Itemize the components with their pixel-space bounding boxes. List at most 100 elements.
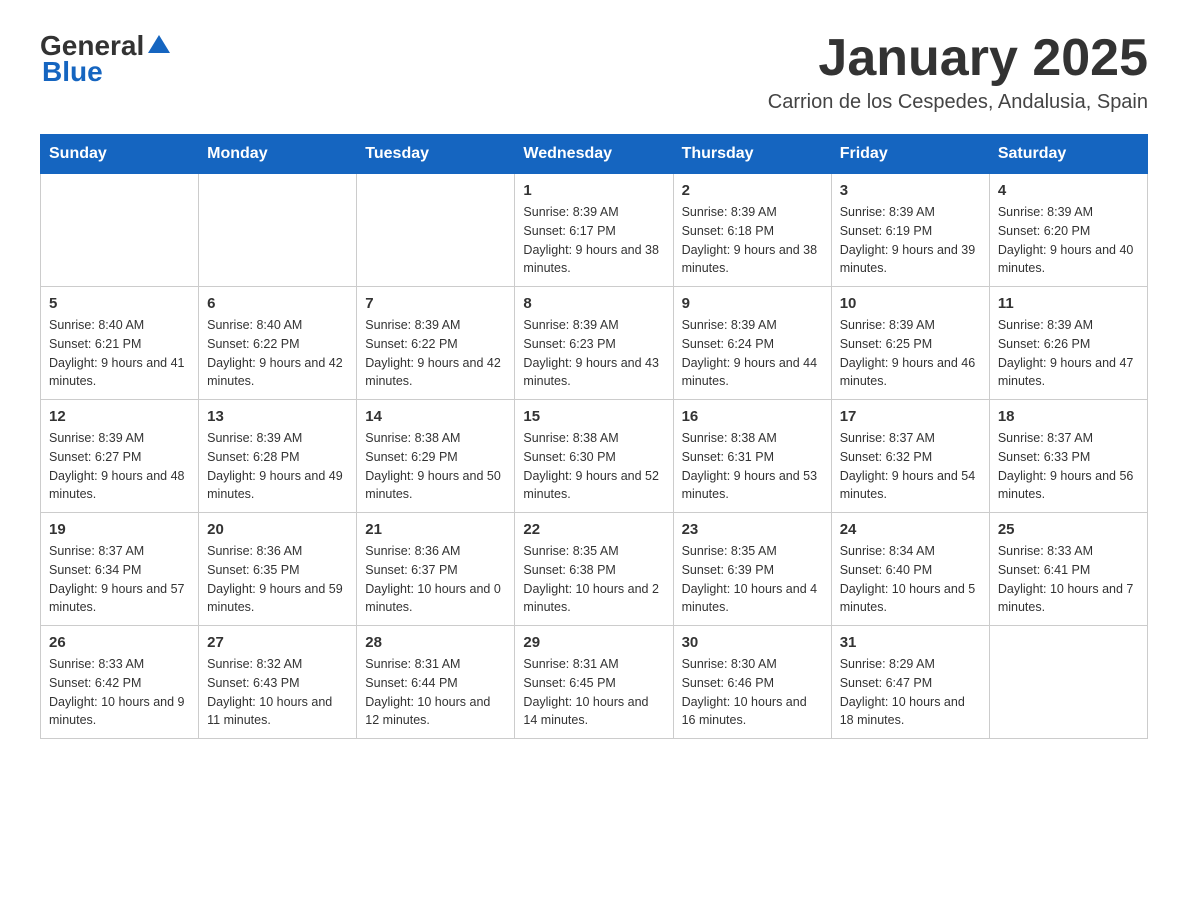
calendar-day-cell: 9 Sunrise: 8:39 AMSunset: 6:24 PMDaylight… xyxy=(673,287,831,400)
calendar-day-cell: 13 Sunrise: 8:39 AMSunset: 6:28 PMDayligh… xyxy=(199,400,357,513)
calendar-day-cell: 15 Sunrise: 8:38 AMSunset: 6:30 PMDayligh… xyxy=(515,400,673,513)
calendar-day-cell: 23 Sunrise: 8:35 AMSunset: 6:39 PMDayligh… xyxy=(673,513,831,626)
day-number: 15 xyxy=(523,408,664,425)
calendar-day-cell xyxy=(41,174,199,287)
calendar-day-cell xyxy=(989,626,1147,739)
day-number: 3 xyxy=(840,182,981,199)
day-number: 18 xyxy=(998,408,1139,425)
day-number: 13 xyxy=(207,408,348,425)
day-of-week-header: Saturday xyxy=(989,135,1147,174)
day-info: Sunrise: 8:38 AMSunset: 6:29 PMDaylight:… xyxy=(365,429,506,504)
day-of-week-header: Wednesday xyxy=(515,135,673,174)
calendar-day-cell: 12 Sunrise: 8:39 AMSunset: 6:27 PMDayligh… xyxy=(41,400,199,513)
calendar-day-cell: 24 Sunrise: 8:34 AMSunset: 6:40 PMDayligh… xyxy=(831,513,989,626)
day-info: Sunrise: 8:39 AMSunset: 6:24 PMDaylight:… xyxy=(682,316,823,391)
day-number: 23 xyxy=(682,521,823,538)
day-info: Sunrise: 8:38 AMSunset: 6:30 PMDaylight:… xyxy=(523,429,664,504)
calendar-day-cell: 31 Sunrise: 8:29 AMSunset: 6:47 PMDayligh… xyxy=(831,626,989,739)
day-of-week-header: Monday xyxy=(199,135,357,174)
calendar-week-row: 26 Sunrise: 8:33 AMSunset: 6:42 PMDayligh… xyxy=(41,626,1148,739)
calendar-week-row: 1 Sunrise: 8:39 AMSunset: 6:17 PMDaylight… xyxy=(41,174,1148,287)
calendar-day-cell: 17Sunrise: 8:37 AMSunset: 6:32 PMDayligh… xyxy=(831,400,989,513)
day-number: 16 xyxy=(682,408,823,425)
day-number: 27 xyxy=(207,634,348,651)
day-number: 9 xyxy=(682,295,823,312)
day-number: 28 xyxy=(365,634,506,651)
day-number: 19 xyxy=(49,521,190,538)
calendar-day-cell: 22Sunrise: 8:35 AMSunset: 6:38 PMDayligh… xyxy=(515,513,673,626)
day-info: Sunrise: 8:31 AMSunset: 6:44 PMDaylight:… xyxy=(365,655,506,730)
day-number: 6 xyxy=(207,295,348,312)
day-number: 25 xyxy=(998,521,1139,538)
title-area: January 2025 Carrion de los Cespedes, An… xyxy=(768,30,1148,114)
day-info: Sunrise: 8:39 AMSunset: 6:23 PMDaylight:… xyxy=(523,316,664,391)
logo-blue-text: Blue xyxy=(42,56,103,88)
calendar-day-cell: 16 Sunrise: 8:38 AMSunset: 6:31 PMDayligh… xyxy=(673,400,831,513)
day-number: 1 xyxy=(523,182,664,199)
calendar-day-cell: 20Sunrise: 8:36 AMSunset: 6:35 PMDayligh… xyxy=(199,513,357,626)
calendar-day-cell: 28 Sunrise: 8:31 AMSunset: 6:44 PMDayligh… xyxy=(357,626,515,739)
day-number: 8 xyxy=(523,295,664,312)
calendar-body: 1 Sunrise: 8:39 AMSunset: 6:17 PMDaylight… xyxy=(41,174,1148,739)
day-number: 4 xyxy=(998,182,1139,199)
day-number: 12 xyxy=(49,408,190,425)
day-info: Sunrise: 8:39 AMSunset: 6:19 PMDaylight:… xyxy=(840,203,981,278)
calendar-day-cell xyxy=(199,174,357,287)
day-number: 31 xyxy=(840,634,981,651)
day-number: 30 xyxy=(682,634,823,651)
calendar-day-cell: 6 Sunrise: 8:40 AMSunset: 6:22 PMDaylight… xyxy=(199,287,357,400)
day-number: 20 xyxy=(207,521,348,538)
day-info: Sunrise: 8:39 AMSunset: 6:27 PMDaylight:… xyxy=(49,429,190,504)
day-info: Sunrise: 8:34 AMSunset: 6:40 PMDaylight:… xyxy=(840,542,981,617)
day-info: Sunrise: 8:33 AMSunset: 6:42 PMDaylight:… xyxy=(49,655,190,730)
calendar-day-cell: 7Sunrise: 8:39 AMSunset: 6:22 PMDaylight… xyxy=(357,287,515,400)
day-info: Sunrise: 8:39 AMSunset: 6:25 PMDaylight:… xyxy=(840,316,981,391)
day-info: Sunrise: 8:31 AMSunset: 6:45 PMDaylight:… xyxy=(523,655,664,730)
day-number: 17 xyxy=(840,408,981,425)
logo-triangle-icon xyxy=(146,31,172,57)
day-number: 22 xyxy=(523,521,664,538)
calendar-week-row: 12 Sunrise: 8:39 AMSunset: 6:27 PMDayligh… xyxy=(41,400,1148,513)
header: General Blue January 2025 Carrion de los… xyxy=(40,30,1148,114)
calendar-day-cell: 18 Sunrise: 8:37 AMSunset: 6:33 PMDayligh… xyxy=(989,400,1147,513)
day-info: Sunrise: 8:35 AMSunset: 6:39 PMDaylight:… xyxy=(682,542,823,617)
calendar-day-cell: 14Sunrise: 8:38 AMSunset: 6:29 PMDayligh… xyxy=(357,400,515,513)
day-number: 2 xyxy=(682,182,823,199)
day-info: Sunrise: 8:39 AMSunset: 6:20 PMDaylight:… xyxy=(998,203,1139,278)
day-of-week-header: Sunday xyxy=(41,135,199,174)
calendar-day-cell: 27 Sunrise: 8:32 AMSunset: 6:43 PMDayligh… xyxy=(199,626,357,739)
logo-icon-area xyxy=(146,31,172,62)
month-title: January 2025 xyxy=(768,30,1148,87)
day-number: 26 xyxy=(49,634,190,651)
day-info: Sunrise: 8:37 AMSunset: 6:33 PMDaylight:… xyxy=(998,429,1139,504)
logo: General Blue xyxy=(40,30,172,88)
calendar-day-cell: 5Sunrise: 8:40 AMSunset: 6:21 PMDaylight… xyxy=(41,287,199,400)
day-info: Sunrise: 8:39 AMSunset: 6:26 PMDaylight:… xyxy=(998,316,1139,391)
day-info: Sunrise: 8:33 AMSunset: 6:41 PMDaylight:… xyxy=(998,542,1139,617)
day-info: Sunrise: 8:40 AMSunset: 6:22 PMDaylight:… xyxy=(207,316,348,391)
calendar-day-cell: 26 Sunrise: 8:33 AMSunset: 6:42 PMDayligh… xyxy=(41,626,199,739)
day-info: Sunrise: 8:39 AMSunset: 6:22 PMDaylight:… xyxy=(365,316,506,391)
day-of-week-header: Tuesday xyxy=(357,135,515,174)
calendar-day-cell: 1 Sunrise: 8:39 AMSunset: 6:17 PMDaylight… xyxy=(515,174,673,287)
day-info: Sunrise: 8:39 AMSunset: 6:17 PMDaylight:… xyxy=(523,203,664,278)
calendar-day-cell: 2Sunrise: 8:39 AMSunset: 6:18 PMDaylight… xyxy=(673,174,831,287)
calendar-table: SundayMondayTuesdayWednesdayThursdayFrid… xyxy=(40,134,1148,739)
calendar-day-cell: 25 Sunrise: 8:33 AMSunset: 6:41 PMDayligh… xyxy=(989,513,1147,626)
calendar-week-row: 5Sunrise: 8:40 AMSunset: 6:21 PMDaylight… xyxy=(41,287,1148,400)
day-number: 24 xyxy=(840,521,981,538)
calendar-day-cell: 11 Sunrise: 8:39 AMSunset: 6:26 PMDayligh… xyxy=(989,287,1147,400)
day-number: 21 xyxy=(365,521,506,538)
day-info: Sunrise: 8:40 AMSunset: 6:21 PMDaylight:… xyxy=(49,316,190,391)
calendar-day-cell: 21 Sunrise: 8:36 AMSunset: 6:37 PMDayligh… xyxy=(357,513,515,626)
day-info: Sunrise: 8:32 AMSunset: 6:43 PMDaylight:… xyxy=(207,655,348,730)
day-info: Sunrise: 8:29 AMSunset: 6:47 PMDaylight:… xyxy=(840,655,981,730)
day-of-week-header: Thursday xyxy=(673,135,831,174)
day-info: Sunrise: 8:39 AMSunset: 6:28 PMDaylight:… xyxy=(207,429,348,504)
day-info: Sunrise: 8:36 AMSunset: 6:37 PMDaylight:… xyxy=(365,542,506,617)
header-row: SundayMondayTuesdayWednesdayThursdayFrid… xyxy=(41,135,1148,174)
day-info: Sunrise: 8:37 AMSunset: 6:34 PMDaylight:… xyxy=(49,542,190,617)
day-info: Sunrise: 8:38 AMSunset: 6:31 PMDaylight:… xyxy=(682,429,823,504)
day-number: 11 xyxy=(998,295,1139,312)
calendar-week-row: 19 Sunrise: 8:37 AMSunset: 6:34 PMDayligh… xyxy=(41,513,1148,626)
